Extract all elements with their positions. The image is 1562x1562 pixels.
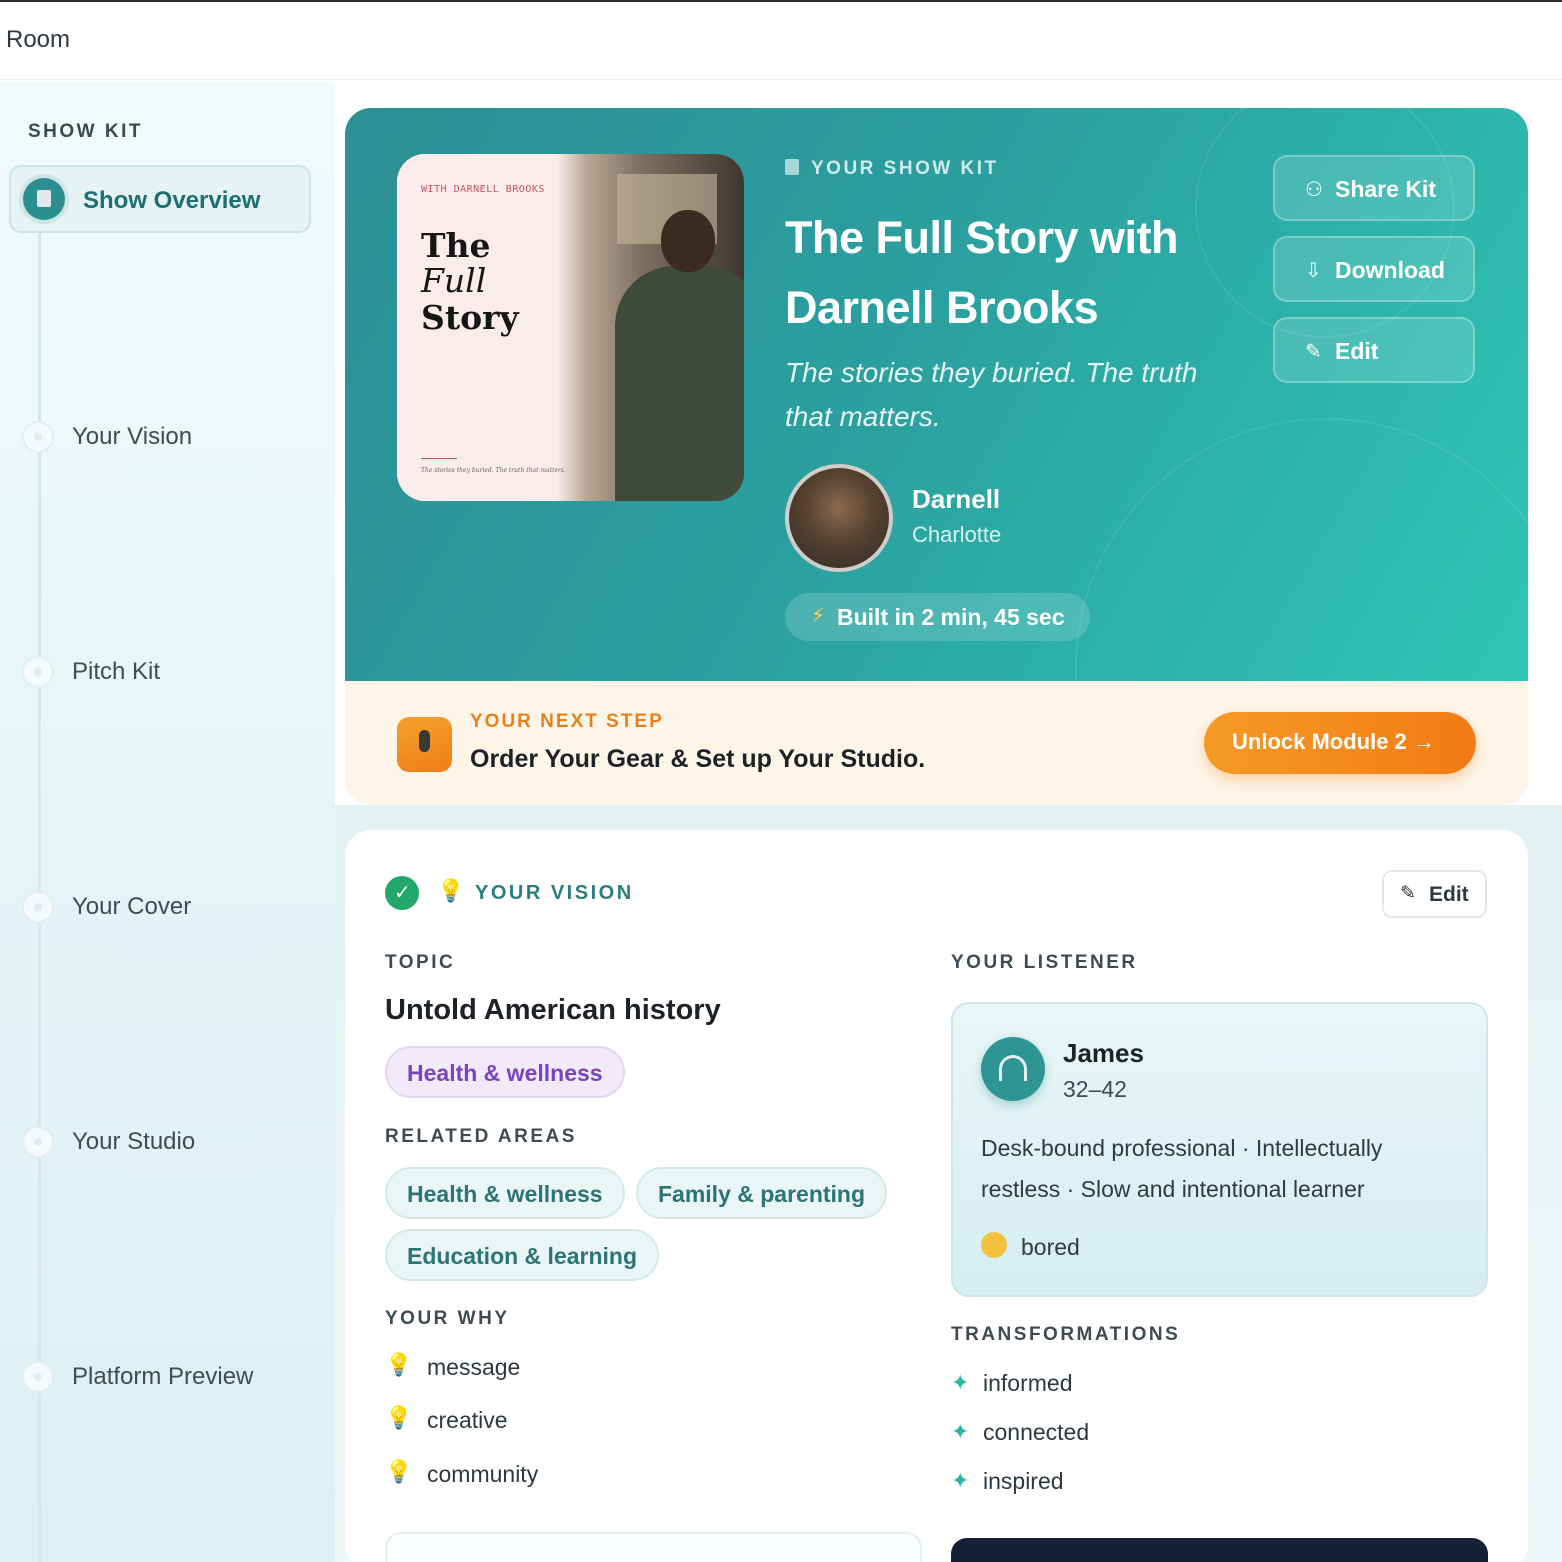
edit-square-icon: ✎	[1400, 883, 1416, 904]
sidebar-section-title: SHOW KIT	[28, 121, 143, 142]
transformation-text: informed	[983, 1370, 1073, 1396]
download-button[interactable]: ⇩ Download	[1273, 236, 1475, 302]
pencil-icon: ✎	[1305, 341, 1322, 363]
host-name: Darnell	[912, 484, 1001, 514]
show-title: The Full Story with Darnell Brooks	[785, 212, 1179, 333]
transformations-label: TRANSFORMATIONS	[951, 1324, 1181, 1345]
next-step-eyebrow: YOUR NEXT STEP	[470, 711, 664, 732]
button-label: Edit	[1429, 883, 1469, 906]
vision-card: 💡 YOUR VISION ✎ Edit TOPIC Untold Americ…	[345, 830, 1528, 1562]
step-dot-icon	[22, 891, 54, 923]
host-avatar	[785, 464, 893, 572]
step-dot-icon	[22, 656, 54, 688]
topic-label: TOPIC	[385, 952, 456, 973]
podcast-cover-art: WITH DARNELL BROOKS The Full Story The s…	[397, 154, 744, 501]
lightning-icon: ⚡	[811, 605, 826, 627]
related-area-chip: Health & wellness	[385, 1167, 625, 1219]
topic-value: Untold American history	[385, 994, 721, 1026]
sparkle-icon: ✦	[951, 1468, 970, 1493]
next-step-banner: YOUR NEXT STEP Order Your Gear & Set up …	[345, 681, 1528, 805]
lightbulb-icon: 💡	[385, 1459, 413, 1484]
partial-card-left	[385, 1532, 922, 1562]
top-bar: Room	[0, 0, 1562, 80]
microphone-icon	[397, 717, 452, 772]
listener-description: Desk-bound professional · Intellectually…	[981, 1135, 1383, 1202]
why-text: creative	[427, 1407, 508, 1433]
sidebar-item-show-overview[interactable]: Show Overview	[9, 165, 311, 233]
host-photo	[557, 154, 744, 501]
edit-vision-button[interactable]: ✎ Edit	[1382, 870, 1487, 918]
sidebar: SHOW KIT Show Overview Your Vision Pitch…	[0, 81, 335, 1562]
cover-title-line: Full	[421, 261, 487, 300]
room-title: Room	[6, 26, 71, 53]
your-listener-label: YOUR LISTENER	[951, 952, 1138, 973]
sidebar-item-your-studio[interactable]: Your Studio	[22, 1122, 322, 1162]
show-tagline: The stories they buried. The truth that …	[785, 357, 1198, 432]
lightbulb-icon: 💡	[385, 1405, 413, 1430]
figure-body-shape	[615, 266, 744, 501]
sidebar-item-your-vision[interactable]: Your Vision	[22, 417, 322, 457]
sidebar-item-your-cover[interactable]: Your Cover	[22, 887, 322, 927]
next-step-headline: Order Your Gear & Set up Your Studio.	[470, 745, 926, 773]
cover-tagline: The stories they buried. The truth that …	[421, 467, 566, 474]
decorative-ring	[1195, 108, 1455, 338]
button-label: Download	[1335, 257, 1445, 283]
related-areas-label: RELATED AREAS	[385, 1126, 577, 1147]
step-dot-icon	[22, 1361, 54, 1393]
share-icon: ⚇	[1305, 179, 1323, 201]
sidebar-item-label: Show Overview	[83, 187, 261, 214]
topic-chip: Health & wellness	[385, 1046, 625, 1098]
button-label: Share Kit	[1335, 176, 1436, 202]
sidebar-item-pitch-kit[interactable]: Pitch Kit	[22, 652, 322, 692]
sidebar-item-label: Your Vision	[72, 423, 193, 450]
listener-age: 32–42	[1063, 1076, 1127, 1102]
related-area-chip: Family & parenting	[636, 1167, 888, 1219]
weary-face-icon	[981, 1232, 1007, 1258]
button-label: Edit	[1335, 338, 1379, 364]
built-time-badge: ⚡ Built in 2 min, 45 sec	[785, 593, 1090, 641]
your-why-label: YOUR WHY	[385, 1308, 510, 1329]
cover-rule	[421, 458, 457, 459]
cover-byline: WITH DARNELL BROOKS	[421, 184, 545, 195]
built-time-text: Built in 2 min, 45 sec	[837, 604, 1065, 630]
vision-section-title: YOUR VISION	[475, 882, 634, 904]
share-kit-button[interactable]: ⚇ Share Kit	[1273, 155, 1475, 221]
listener-mood: bored	[1021, 1234, 1080, 1260]
related-area-chip: Education & learning	[385, 1229, 660, 1281]
listener-card: James 32–42 Desk-bound professional · In…	[951, 1002, 1488, 1297]
edit-kit-button[interactable]: ✎ Edit	[1273, 317, 1475, 383]
inbox-tray-icon: ⇩	[1305, 260, 1322, 282]
transformation-text: inspired	[983, 1468, 1064, 1494]
decorative-ring	[1075, 418, 1528, 681]
lightbulb-icon: 💡	[437, 878, 465, 903]
clipboard-icon	[785, 159, 799, 175]
checkmark-icon	[385, 876, 419, 910]
sidebar-item-label: Your Cover	[72, 893, 192, 920]
listener-name: James	[1063, 1038, 1144, 1068]
cover-title-line: The	[421, 226, 491, 265]
unlock-module-button[interactable]: Unlock Module 2 →	[1204, 712, 1476, 774]
show-kit-hero: WITH DARNELL BROOKS The Full Story The s…	[345, 108, 1528, 681]
sparkle-icon: ✦	[951, 1419, 970, 1444]
transformation-text: connected	[983, 1419, 1090, 1445]
button-label: Unlock Module 2 →	[1232, 729, 1435, 754]
figure-head-shape	[661, 210, 715, 272]
show-kit-eyebrow: YOUR SHOW KIT	[785, 158, 999, 180]
host-city: Charlotte	[912, 522, 1002, 547]
why-text: message	[427, 1354, 521, 1380]
cover-title-line: Story	[421, 298, 519, 337]
sidebar-item-label: Platform Preview	[72, 1363, 254, 1390]
clipboard-icon	[23, 178, 65, 220]
lightbulb-icon: 💡	[385, 1352, 413, 1377]
eyebrow-text: YOUR SHOW KIT	[811, 158, 999, 179]
sidebar-item-label: Pitch Kit	[72, 658, 161, 685]
sparkle-icon: ✦	[951, 1370, 970, 1395]
sidebar-item-platform-preview[interactable]: Platform Preview	[22, 1357, 322, 1397]
why-text: community	[427, 1461, 539, 1487]
headphones-icon	[981, 1037, 1045, 1101]
step-dot-icon	[22, 1126, 54, 1158]
step-dot-icon	[22, 421, 54, 453]
partial-card-right	[951, 1538, 1488, 1562]
sidebar-item-label: Your Studio	[72, 1128, 196, 1155]
